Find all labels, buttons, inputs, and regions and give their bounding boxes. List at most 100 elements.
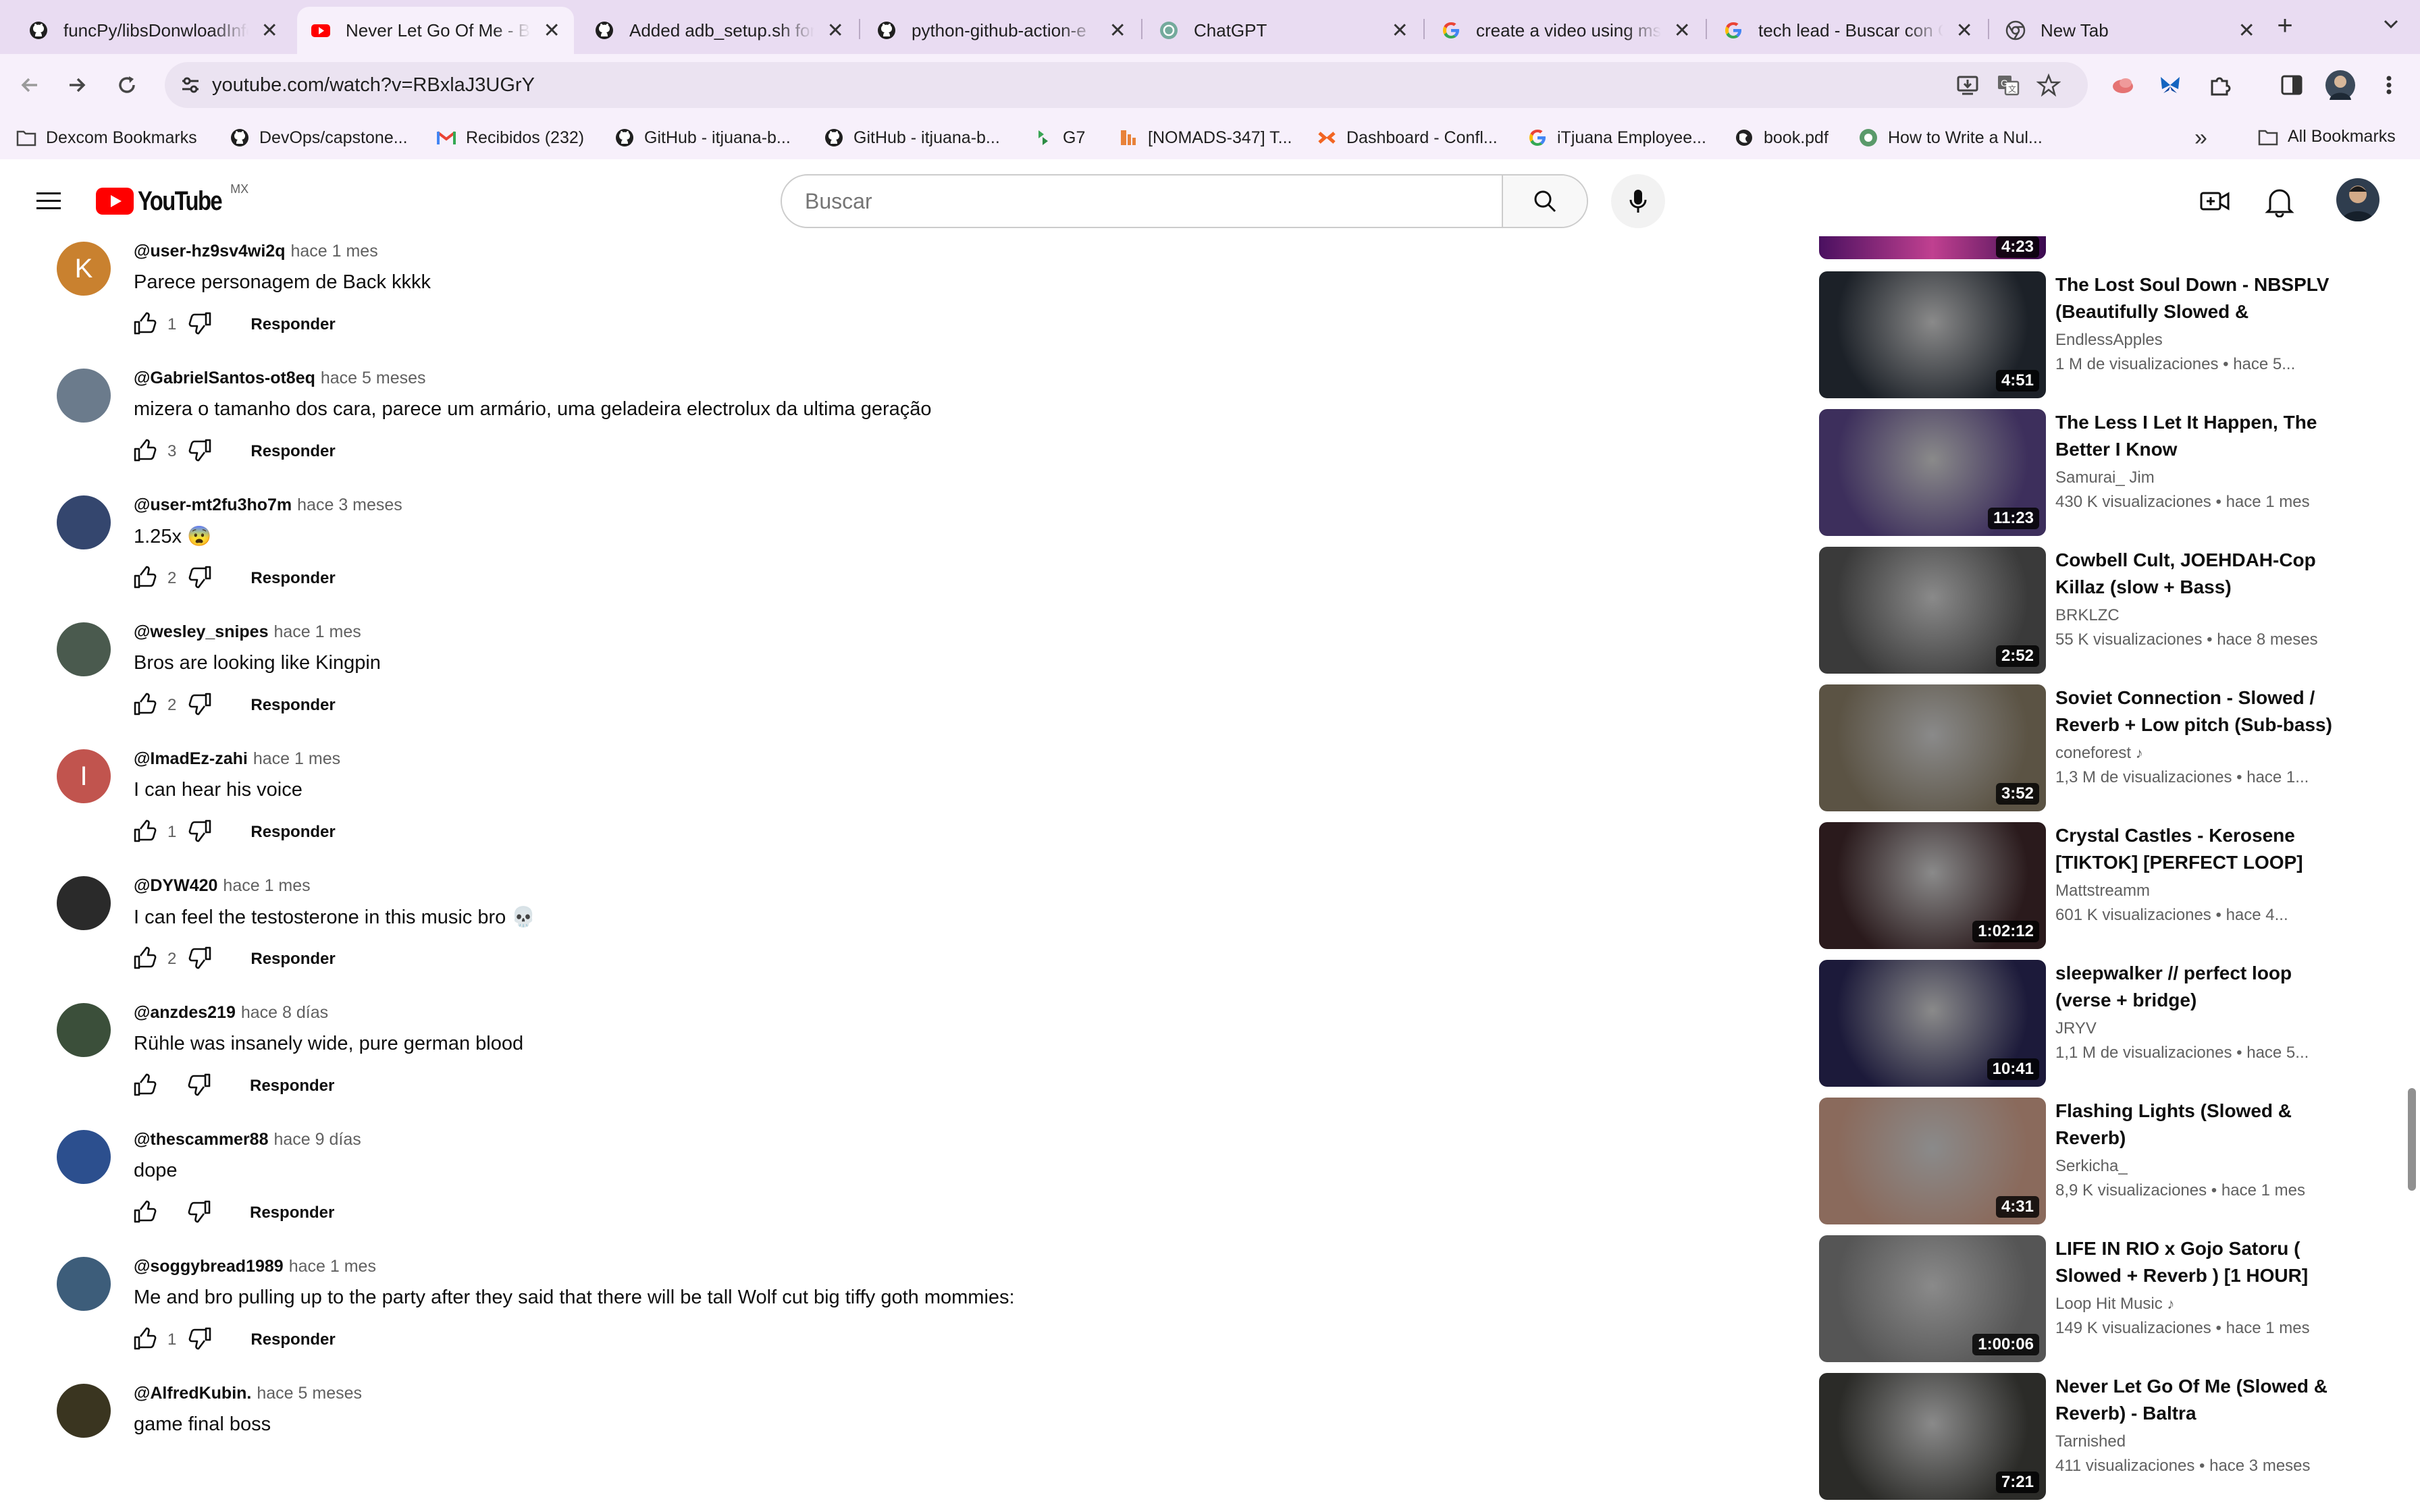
bookmark-item[interactable]: iTjuana Employee...: [1527, 116, 1706, 159]
video-title[interactable]: Soviet Connection - Slowed / Reverb + Lo…: [2055, 684, 2332, 738]
close-tab-icon[interactable]: ✕: [543, 19, 560, 43]
install-app-icon[interactable]: [1955, 73, 1980, 97]
reply-button[interactable]: Responder: [251, 1330, 335, 1349]
close-tab-icon[interactable]: ✕: [826, 19, 844, 43]
dislike-button[interactable]: [184, 1197, 215, 1228]
like-button[interactable]: [130, 1071, 161, 1102]
bookmark-item[interactable]: [NOMADS-347] T...: [1118, 116, 1292, 159]
tab-search-chevron-icon[interactable]: [2381, 14, 2401, 34]
comment-author[interactable]: @GabrielSantos-ot8eq: [134, 369, 315, 387]
extension-butterfly-icon[interactable]: [2158, 73, 2182, 97]
channel-name[interactable]: JRYV: [2055, 1019, 2097, 1038]
related-video[interactable]: 1:00:06 LIFE IN RIO x Gojo Satoru ( Slowe…: [1819, 1235, 2359, 1364]
video-thumbnail[interactable]: 11:23: [1819, 409, 2046, 536]
translate-icon[interactable]: G文: [1996, 73, 2020, 97]
comment-time[interactable]: hace 1 mes: [223, 876, 310, 895]
close-tab-icon[interactable]: ✕: [1391, 19, 1409, 43]
profile-avatar[interactable]: [2325, 70, 2355, 100]
forward-button[interactable]: [58, 66, 96, 104]
related-video[interactable]: 2:52 Cowbell Cult, JOEHDAH-Cop Killaz (sl…: [1819, 547, 2359, 675]
reload-button[interactable]: [108, 66, 146, 104]
commenter-avatar[interactable]: [57, 1384, 111, 1438]
search-input[interactable]: [782, 176, 1506, 227]
comment-time[interactable]: hace 1 mes: [274, 622, 361, 641]
dislike-button[interactable]: [184, 309, 215, 340]
close-tab-icon[interactable]: ✕: [1673, 19, 1691, 43]
comment-time[interactable]: hace 5 meses: [321, 369, 426, 387]
video-title[interactable]: Crystal Castles - Kerosene [TIKTOK] [PER…: [2055, 822, 2332, 876]
reply-button[interactable]: Responder: [251, 569, 335, 588]
like-button[interactable]: [130, 817, 161, 848]
bookmark-item[interactable]: Dexcom Bookmarks: [16, 116, 197, 159]
browser-tab[interactable]: python-github-action-e ✕: [863, 7, 1140, 54]
channel-name[interactable]: coneforest ♪: [2055, 744, 2143, 763]
comment-time[interactable]: hace 1 mes: [289, 1257, 376, 1276]
dislike-button[interactable]: [184, 944, 215, 975]
channel-name[interactable]: Samurai_ Jim: [2055, 468, 2155, 487]
dislike-button[interactable]: [184, 1071, 215, 1102]
video-title[interactable]: The Less I Let It Happen, The Better I K…: [2055, 409, 2332, 463]
back-button[interactable]: [11, 66, 49, 104]
comment-author[interactable]: @anzdes219: [134, 1003, 236, 1022]
like-button[interactable]: [130, 309, 161, 340]
related-video[interactable]: 3:52 Soviet Connection - Slowed / Reverb …: [1819, 684, 2359, 813]
site-info-icon[interactable]: [180, 74, 201, 96]
comment-time[interactable]: hace 5 meses: [257, 1384, 362, 1403]
bookmark-item[interactable]: Recibidos (232): [436, 116, 584, 159]
browser-tab[interactable]: create a video using ms ✕: [1427, 7, 1704, 54]
reply-button[interactable]: Responder: [250, 1077, 334, 1096]
video-thumbnail[interactable]: 2:52: [1819, 547, 2046, 674]
video-title[interactable]: sleepwalker // perfect loop (verse + bri…: [2055, 960, 2332, 1014]
browser-tab[interactable]: New Tab ✕: [1992, 7, 2269, 54]
comment-time[interactable]: hace 1 mes: [253, 749, 340, 768]
like-button[interactable]: [130, 1197, 161, 1228]
comment-time[interactable]: hace 9 días: [274, 1130, 361, 1149]
commenter-avatar[interactable]: [57, 1130, 111, 1184]
reply-button[interactable]: Responder: [251, 950, 335, 969]
bookmark-item[interactable]: DevOps/capstone...: [230, 116, 408, 159]
related-video[interactable]: 10:41 sleepwalker // perfect loop (verse …: [1819, 960, 2359, 1088]
bookmark-item[interactable]: GitHub - itjuana-b...: [614, 116, 791, 159]
channel-name[interactable]: Mattstreamm: [2055, 882, 2150, 900]
related-video[interactable]: 7:21 Never Let Go Of Me (Slowed & Reverb)…: [1819, 1373, 2359, 1501]
bookmark-star-icon[interactable]: [2036, 73, 2061, 97]
video-thumbnail[interactable]: 3:52: [1819, 684, 2046, 811]
related-video[interactable]: 4:51 The Lost Soul Down - NBSPLV (Beautif…: [1819, 271, 2359, 400]
page-scrollbar[interactable]: [2408, 1088, 2416, 1191]
close-tab-icon[interactable]: ✕: [1955, 19, 1973, 43]
video-thumbnail[interactable]: 4:31: [1819, 1098, 2046, 1224]
bookmark-item[interactable]: Dashboard - Confl...: [1317, 116, 1498, 159]
all-bookmarks-button[interactable]: All Bookmarks: [2258, 127, 2396, 146]
browser-tab[interactable]: tech lead - Buscar con G ✕: [1710, 7, 1987, 54]
url-text[interactable]: youtube.com/watch?v=RBxlaJ3UGrY: [212, 62, 535, 108]
commenter-avatar[interactable]: [57, 876, 111, 930]
voice-search-button[interactable]: [1611, 174, 1665, 228]
dislike-button[interactable]: [184, 563, 215, 594]
account-avatar[interactable]: [2336, 178, 2379, 221]
browser-tab[interactable]: Never Let Go Of Me - Baltra ✕: [297, 7, 574, 54]
like-button[interactable]: [130, 1324, 161, 1355]
new-tab-button[interactable]: +: [2271, 12, 2298, 39]
channel-name[interactable]: Loop Hit Music ♪: [2055, 1295, 2174, 1314]
commenter-avatar[interactable]: [57, 495, 111, 549]
channel-name[interactable]: Tarnished: [2055, 1432, 2126, 1451]
bookmark-item[interactable]: G7: [1033, 116, 1085, 159]
close-tab-icon[interactable]: ✕: [1109, 19, 1126, 43]
bookmarks-overflow-button[interactable]: »: [2194, 122, 2207, 154]
comment-time[interactable]: hace 8 días: [241, 1003, 328, 1022]
channel-name[interactable]: BRKLZC: [2055, 606, 2120, 625]
like-button[interactable]: [130, 436, 161, 467]
browser-tab[interactable]: Added adb_setup.sh for ✕: [581, 7, 858, 54]
address-bar[interactable]: youtube.com/watch?v=RBxlaJ3UGrY G文: [165, 62, 2088, 108]
video-thumbnail[interactable]: 10:41: [1819, 960, 2046, 1087]
related-video[interactable]: 11:23 The Less I Let It Happen, The Bette…: [1819, 409, 2359, 537]
browser-menu-icon[interactable]: [2381, 73, 2397, 97]
like-button[interactable]: [130, 690, 161, 721]
dislike-button[interactable]: [184, 1324, 215, 1355]
comment-author[interactable]: @ImadEz-zahi: [134, 749, 248, 768]
reply-button[interactable]: Responder: [250, 1204, 334, 1222]
video-thumbnail[interactable]: 4:51: [1819, 271, 2046, 398]
youtube-logo[interactable]: YouTube MX: [96, 182, 248, 220]
dislike-button[interactable]: [184, 817, 215, 848]
video-title[interactable]: LIFE IN RIO x Gojo Satoru ( Slowed + Rev…: [2055, 1235, 2332, 1289]
